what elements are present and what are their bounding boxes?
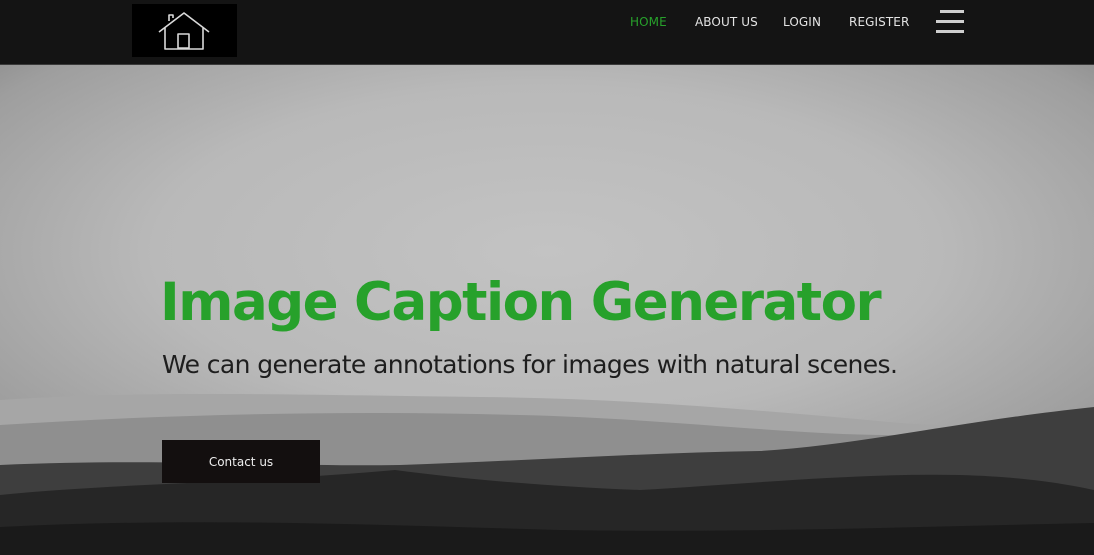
contact-us-button[interactable]: Contact us: [162, 440, 320, 483]
hero-title: Image Caption Generator: [160, 272, 882, 333]
hero-subtitle: We can generate annotations for images w…: [162, 350, 898, 379]
nav-link-home[interactable]: HOME: [630, 14, 667, 30]
navbar: HOME ABOUT US LOGIN REGISTER: [0, 0, 1094, 65]
house-icon: [158, 12, 210, 50]
nav-link-login[interactable]: LOGIN: [783, 14, 821, 30]
nav-link-register[interactable]: REGISTER: [849, 14, 909, 30]
hero-section: Image Caption Generator We can generate …: [0, 65, 1094, 555]
hamburger-menu-icon: [936, 10, 964, 33]
hamburger-menu-button[interactable]: [934, 8, 966, 36]
nav-link-about-us[interactable]: ABOUT US: [695, 14, 758, 30]
site-logo[interactable]: [132, 4, 237, 57]
